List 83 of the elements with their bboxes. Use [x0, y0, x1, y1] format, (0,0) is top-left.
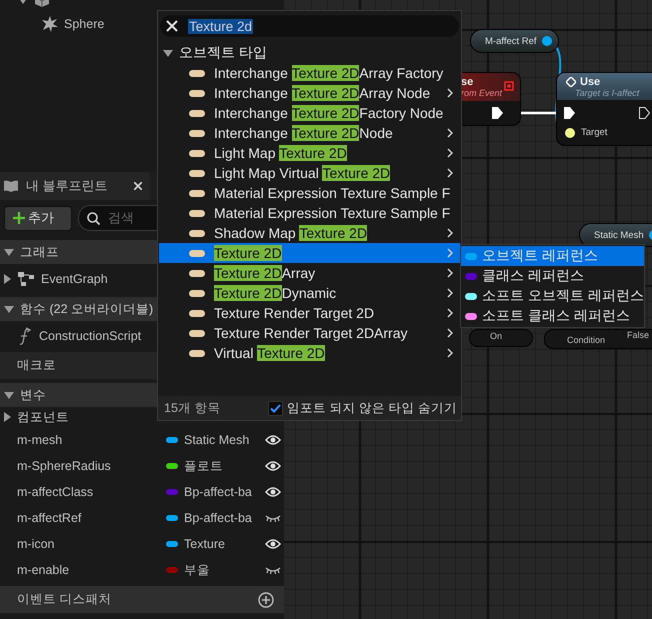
pin-label: False: [627, 330, 650, 340]
type-pill: [189, 170, 205, 176]
menu-item[interactable]: Light Map Virtual Texture 2D: [159, 163, 460, 183]
pin-label: Target: [581, 127, 608, 138]
pin-icon[interactable]: [565, 128, 575, 138]
exec-pin-icon[interactable]: [492, 107, 503, 119]
eye-icon[interactable]: [265, 538, 281, 550]
menu-item[interactable]: 소프트 오브젝트 레퍼런스: [461, 286, 644, 306]
pin-label: On: [490, 331, 502, 341]
function-icon: [17, 326, 33, 344]
type-pill: [189, 270, 205, 276]
panel-tab[interactable]: 내 블루프린트: [0, 172, 150, 200]
tree-item-label[interactable]: Sphere: [64, 17, 104, 31]
delegate-pin-icon[interactable]: [504, 81, 514, 91]
menu-item[interactable]: Interchange Texture 2DNode: [159, 123, 460, 143]
exec-pin-icon[interactable]: [564, 107, 575, 119]
graph-node[interactable]: On: [470, 330, 532, 346]
add-button[interactable]: 추가: [4, 206, 72, 230]
section-label: 이벤트 디스패처: [17, 591, 112, 608]
closed-eye-icon[interactable]: [265, 566, 281, 574]
function-node[interactable]: Use Target is I-affect Target: [557, 73, 652, 145]
eye-icon[interactable]: [265, 486, 281, 498]
type-pill: [189, 110, 205, 116]
book-icon: [4, 180, 18, 192]
close-icon[interactable]: [134, 182, 142, 190]
variable-node[interactable]: M-affect Ref: [471, 30, 558, 52]
variable-type[interactable]: Bp-affect-ba: [184, 485, 256, 499]
collapse-arrow-icon[interactable]: [163, 50, 173, 56]
menu-item[interactable]: Shadow Map Texture 2D: [159, 223, 460, 243]
graph-icon: [17, 270, 35, 286]
menu-item[interactable]: 오브젝트 레퍼런스: [461, 246, 644, 266]
type-pill: [189, 210, 205, 216]
variable-name[interactable]: m-enable: [0, 563, 166, 577]
collapse-arrow-icon[interactable]: [4, 392, 14, 398]
type-pill: [189, 150, 205, 156]
closed-eye-icon[interactable]: [265, 514, 281, 522]
category-header[interactable]: 오브젝트 타입: [158, 43, 461, 63]
type-pill: [189, 90, 205, 96]
type-pill: [189, 290, 205, 296]
type-pill: [189, 350, 205, 356]
menu-item[interactable]: Texture 2D: [159, 243, 460, 263]
search-icon: [87, 212, 100, 224]
clear-icon[interactable]: [166, 20, 178, 32]
type-pill: [189, 190, 205, 196]
eye-icon[interactable]: [265, 460, 281, 472]
type-pill: [189, 250, 205, 256]
expand-arrow-icon[interactable]: [4, 412, 11, 422]
menu-item[interactable]: Material Expression Texture Sample F: [159, 183, 460, 203]
variable-type[interactable]: Texture: [184, 537, 256, 551]
type-pill: [189, 130, 205, 136]
menu-item[interactable]: 소프트 클래스 레퍼런스: [461, 306, 644, 326]
type-pill: [189, 70, 205, 76]
burst-icon: [42, 16, 58, 32]
pin-label: Condition: [567, 335, 606, 345]
type-pill: [189, 310, 205, 316]
variable-name[interactable]: m-SphereRadius: [0, 459, 166, 473]
panel-title: 내 블루프린트: [26, 177, 108, 195]
menu-item[interactable]: Texture Render Target 2DArray: [159, 323, 460, 343]
add-circle-icon[interactable]: [258, 592, 274, 608]
menu-item[interactable]: Light Map Texture 2D: [159, 143, 460, 163]
eye-icon[interactable]: [265, 434, 281, 446]
menu-item[interactable]: Material Expression Texture Sample F: [159, 203, 460, 223]
exec-pin-icon[interactable]: [639, 107, 650, 119]
graph-node[interactable]: Condition False: [545, 330, 652, 348]
plus-icon: [13, 212, 25, 224]
collapse-arrow-icon[interactable]: [4, 248, 14, 256]
variable-name[interactable]: m-affectClass: [0, 485, 166, 499]
variable-type[interactable]: 플로트: [184, 458, 256, 474]
diamond-icon: [566, 77, 576, 87]
variable-name[interactable]: m-affectRef: [0, 511, 166, 525]
variable-node[interactable]: Static Mesh: [580, 224, 652, 246]
type-pill: [189, 330, 205, 336]
variable-type[interactable]: 부울: [184, 562, 256, 578]
menu-item[interactable]: 클래스 레퍼런스: [461, 266, 644, 286]
check-icon: [270, 404, 282, 412]
variable-type[interactable]: Bp-affect-ba: [184, 511, 256, 525]
variable-name[interactable]: m-mesh: [0, 433, 166, 447]
search-field[interactable]: Texture 2d: [160, 15, 459, 37]
collapse-arrow-icon[interactable]: [4, 306, 14, 312]
type-pill: [189, 230, 205, 236]
variable-name[interactable]: m-icon: [0, 537, 166, 551]
variable-type[interactable]: Static Mesh: [184, 433, 256, 447]
expand-arrow-icon[interactable]: [4, 274, 11, 284]
